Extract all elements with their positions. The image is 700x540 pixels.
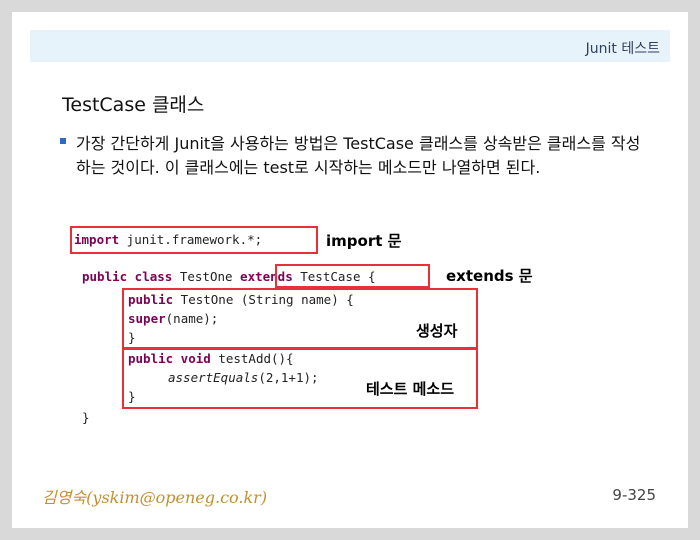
slide: Junit 테스트 TestCase 클래스 가장 간단하게 Junit을 사용… bbox=[12, 12, 688, 528]
slide-title: TestCase 클래스 bbox=[62, 94, 205, 116]
code-line-class-close: } bbox=[82, 410, 90, 425]
bullet-point: 가장 간단하게 Junit을 사용하는 방법은 TestCase 클래스를 상속… bbox=[60, 132, 650, 180]
code-sample: import junit.framework.*; public class T… bbox=[70, 220, 550, 440]
header-bar: Junit 테스트 bbox=[30, 30, 670, 62]
header-title: Junit 테스트 bbox=[585, 41, 660, 57]
annotation-import: import 문 bbox=[326, 232, 402, 250]
code-text: TestOne bbox=[172, 269, 241, 284]
annotation-test-method: 테스트 메소드 bbox=[366, 380, 455, 398]
bullet-text: 가장 간단하게 Junit을 사용하는 방법은 TestCase 클래스를 상속… bbox=[76, 134, 641, 177]
annotation-extends: extends 문 bbox=[446, 267, 533, 285]
code-keyword: class bbox=[127, 269, 173, 284]
highlight-box-import bbox=[70, 226, 318, 254]
annotation-constructor: 생성자 bbox=[416, 322, 458, 340]
square-bullet-icon bbox=[60, 138, 66, 144]
code-keyword: public bbox=[82, 269, 128, 284]
footer-author: 김영숙(yskim@openeg.co.kr) bbox=[42, 488, 268, 507]
highlight-box-extends bbox=[275, 264, 430, 288]
page-number: 9-325 bbox=[612, 486, 656, 504]
